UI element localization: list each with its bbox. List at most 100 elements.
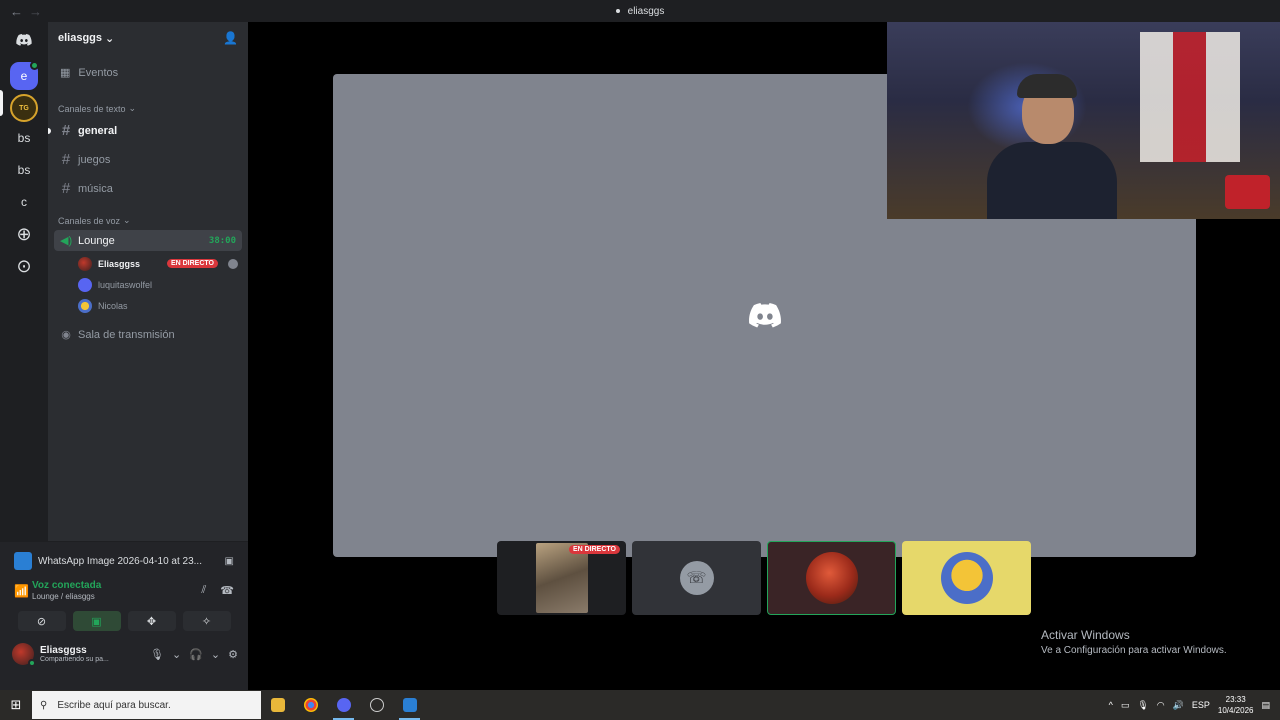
watermark-line2: Ve a Configuración para activar Windows.	[1041, 645, 1227, 656]
rail-active-indicator	[0, 90, 3, 116]
voice-user[interactable]: Eliasggss EN DIRECTO	[78, 253, 242, 274]
avatar	[940, 552, 993, 604]
discord-taskbar-icon[interactable]	[327, 690, 360, 720]
voice-user-name: Eliasggss	[98, 258, 141, 269]
live-badge: EN DIRECTO	[166, 259, 218, 268]
voice-channel-label: Lounge	[78, 234, 115, 247]
screen-share-button[interactable]: ▣	[72, 611, 121, 631]
participant-tiles: EN DIRECTO ☏	[248, 541, 1031, 615]
voice-channel-lounge[interactable]: ◀) Lounge 38:00	[54, 230, 242, 251]
disconnect-icon[interactable]: ☎	[220, 584, 234, 597]
server-bs-2-label: bs	[17, 163, 31, 177]
photos-app-icon	[14, 552, 32, 570]
chevron-up-icon[interactable]: ^	[1109, 700, 1113, 710]
forward-arrow-icon[interactable]: →	[29, 4, 42, 19]
voice-user[interactable]: luquitaswolfel	[78, 274, 242, 295]
language-indicator[interactable]: ESP	[1192, 700, 1210, 710]
server-c[interactable]: c	[10, 188, 38, 216]
avatar	[78, 298, 92, 313]
noise-suppression-icon[interactable]: ⫽	[201, 584, 206, 597]
soundboard-button[interactable]: ✧	[182, 611, 231, 631]
voice-controls: ⊘ ▣ ✥ ✧	[0, 603, 248, 635]
back-arrow-icon[interactable]: ←	[10, 4, 23, 19]
server-tg-label: TG	[19, 104, 29, 112]
activities-button[interactable]: ✥	[127, 611, 176, 631]
taskbar: ⊞ ⚲ Escribe aquí para buscar. ^ ▭ 🎙 ◠ 🔊 …	[0, 690, 1280, 720]
participant-tile-nicolas[interactable]	[902, 541, 1031, 615]
headphones-icon[interactable]: 🎧	[189, 648, 203, 661]
text-category[interactable]: Canales de texto ⌄	[48, 103, 248, 114]
server-header[interactable]: eliasggs ⌄ 👤	[48, 22, 248, 54]
signal-icon[interactable]: 📶	[14, 584, 32, 598]
add-server-icon[interactable]: ⊕	[10, 220, 38, 248]
clock-time: 23:33	[1225, 695, 1246, 704]
server-bs-1[interactable]: bs	[10, 124, 38, 152]
notifications-icon[interactable]: ▤	[1261, 700, 1270, 711]
microphone-icon[interactable]: 🎙	[150, 648, 164, 661]
stage-icon: ◉	[61, 329, 71, 341]
stop-stream-icon[interactable]: ▣	[225, 556, 234, 567]
participant-tile-stream[interactable]: EN DIRECTO	[497, 541, 626, 615]
server-name[interactable]: eliasggs ⌄	[58, 32, 114, 45]
participant-tile-luquitaswolfel[interactable]: ☏	[632, 541, 761, 615]
search-icon: ⚲	[40, 699, 48, 711]
channel-musica[interactable]: # música	[54, 176, 242, 201]
channel-general[interactable]: # general	[48, 118, 242, 143]
live-badge: EN DIRECTO	[568, 545, 620, 554]
clock[interactable]: 23:33 10/4/2026	[1218, 694, 1254, 716]
chevron-down-icon: ⌄	[105, 32, 115, 45]
discord-home-icon[interactable]	[10, 26, 38, 54]
microphone-icon[interactable]: 🎙	[1137, 700, 1148, 711]
voice-category-label: Canales de voz	[58, 215, 121, 226]
streamer-figure	[977, 62, 1117, 219]
avatar	[78, 256, 92, 271]
chevron-down-icon[interactable]: ⌄	[172, 648, 181, 661]
server-eliasggs[interactable]: e	[10, 61, 39, 90]
voice-user-name: Nicolas	[98, 300, 128, 311]
server-eliasggs-label: e	[20, 69, 28, 83]
server-tg[interactable]: TG	[10, 94, 38, 122]
voice-category[interactable]: Canales de voz ⌄	[48, 215, 248, 226]
avatar	[78, 277, 92, 292]
channel-juegos-label: juegos	[78, 153, 111, 166]
voice-status: Voz conectada	[32, 580, 102, 591]
user-panel: WhatsApp Image 2026-04-10 at 23... ▣ 📶 V…	[0, 541, 248, 690]
server-c-label: c	[21, 195, 27, 209]
toy-truck-decoration	[1225, 175, 1270, 209]
volume-icon[interactable]: 🔊	[1173, 700, 1184, 711]
chrome-icon[interactable]	[294, 690, 327, 720]
window-title: eliasggs	[0, 6, 1280, 17]
explore-servers-icon[interactable]: ⊙	[10, 252, 38, 280]
channel-juegos[interactable]: # juegos	[54, 147, 242, 172]
events-row[interactable]: ▦ Eventos	[54, 62, 242, 83]
server-badge-icon	[30, 61, 39, 70]
stream-card[interactable]: WhatsApp Image 2026-04-10 at 23... ▣	[0, 542, 248, 578]
obs-icon[interactable]	[360, 690, 393, 720]
voice-location[interactable]: Lounge / eliasggs	[32, 592, 101, 601]
discord-logo-icon	[748, 303, 781, 328]
camera-off-button[interactable]: ⊘	[17, 611, 66, 631]
hash-icon: #	[61, 180, 71, 197]
discord-avatar-icon: ☏	[679, 561, 714, 595]
wifi-icon[interactable]: ◠	[1157, 700, 1165, 711]
invite-people-icon[interactable]: 👤	[223, 31, 238, 45]
taskbar-search[interactable]: ⚲ Escribe aquí para buscar.	[32, 691, 261, 719]
network-icon[interactable]: ▭	[1121, 700, 1130, 711]
server-bs-2[interactable]: bs	[10, 156, 38, 184]
stream-watch-icon[interactable]	[228, 258, 238, 269]
gear-icon[interactable]: ⚙	[228, 648, 238, 661]
online-status-icon	[28, 659, 36, 667]
windows-start-icon[interactable]: ⊞	[0, 697, 32, 713]
participant-tile-eliasggss[interactable]	[767, 541, 896, 615]
stage-channel-label: Sala de transmisión	[78, 328, 175, 341]
unread-indicator	[48, 128, 51, 134]
chevron-down-icon[interactable]: ⌄	[211, 648, 220, 661]
avatar	[805, 552, 858, 604]
stage-channel[interactable]: ◉ Sala de transmisión	[54, 324, 242, 345]
photos-taskbar-icon[interactable]	[393, 690, 426, 720]
channel-musica-label: música	[78, 182, 113, 195]
voice-user[interactable]: Nicolas	[78, 295, 242, 316]
avatar[interactable]	[12, 643, 36, 667]
calendar-icon: ▦	[60, 67, 71, 79]
file-explorer-icon[interactable]	[261, 690, 294, 720]
